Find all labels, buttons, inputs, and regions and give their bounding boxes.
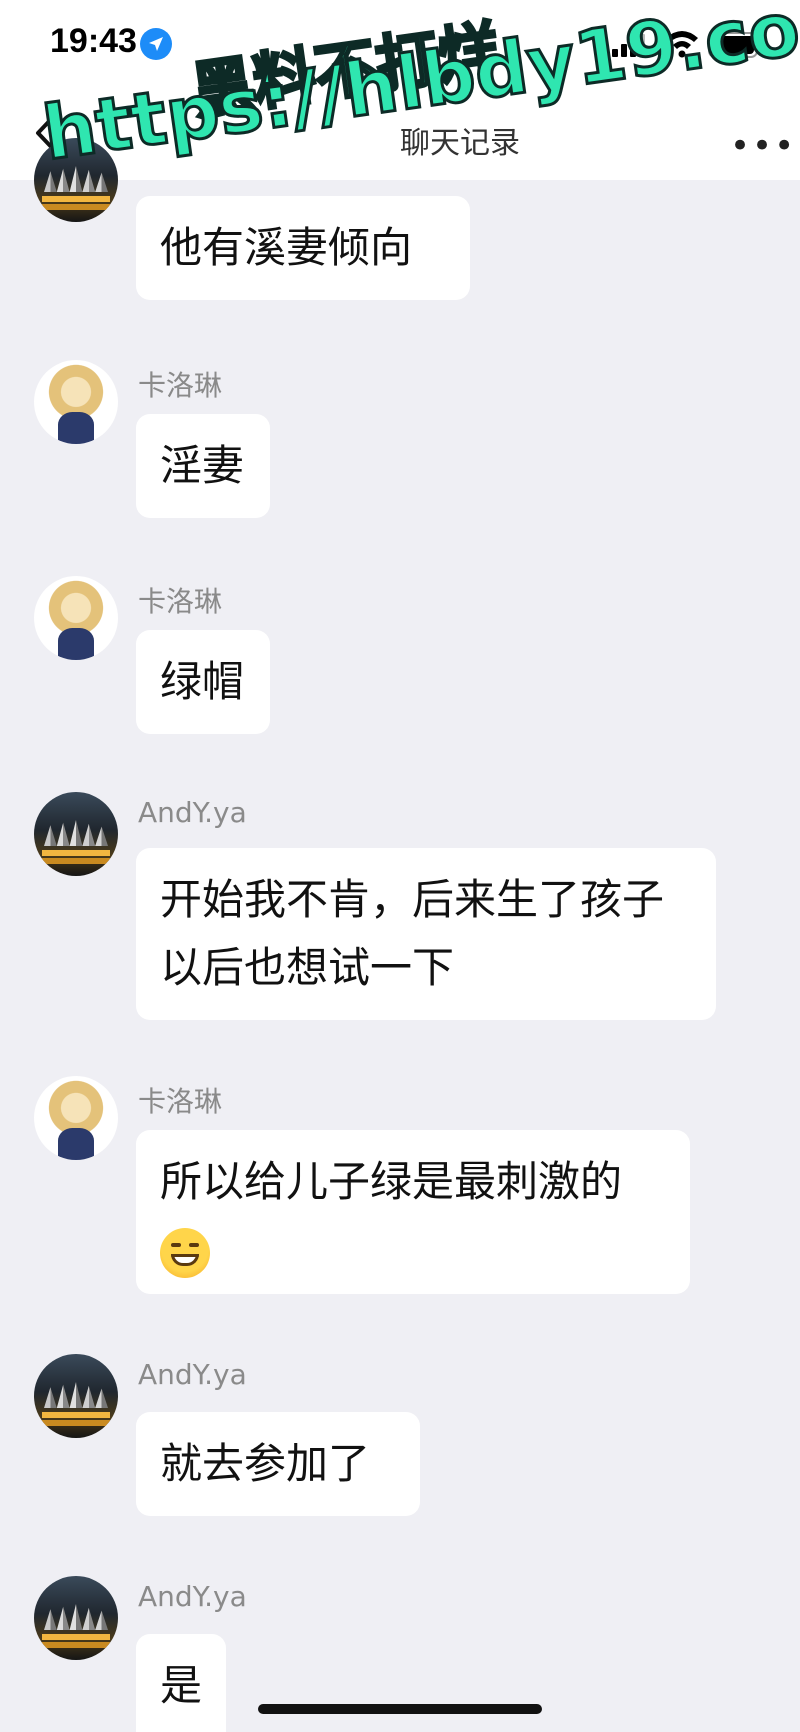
message-bubble[interactable]: 淫妻 (136, 414, 270, 518)
grinning-face-emoji-icon (160, 1227, 210, 1278)
message-bubble[interactable]: 绿帽 (136, 630, 270, 734)
message-bubble[interactable]: 他有溪妻倾向 (136, 196, 470, 300)
message-text: 淫妻 (160, 441, 245, 490)
avatar[interactable] (34, 1076, 118, 1160)
sender-name: 卡洛琳 (138, 369, 223, 402)
message-bubble[interactable]: 开始我不肯，后来生了孩子以后也想试一下 (136, 848, 716, 1020)
avatar[interactable] (34, 1354, 118, 1438)
message-bubble[interactable]: 就去参加了 (136, 1412, 420, 1516)
page-title: 聊天记录 (400, 126, 520, 161)
battery-icon (708, 32, 763, 58)
top-bar: 19:43 聊天记录 ••• (0, 0, 800, 180)
avatar[interactable] (34, 360, 118, 444)
message-text: 开始我不肯，后来生了孩子以后也想试一下 (160, 875, 665, 992)
wifi-icon (666, 31, 698, 58)
avatar[interactable] (34, 576, 118, 660)
message-text: 是 (160, 1661, 203, 1710)
avatar[interactable] (34, 1576, 118, 1660)
avatar[interactable] (34, 792, 118, 876)
chat-screen: 19:43 聊天记录 ••• 他有溪妻倾向 卡洛琳 淫妻 卡洛琳 绿帽 AndY… (0, 0, 800, 1732)
sender-name: AndY.ya (138, 1358, 247, 1391)
avatar[interactable] (34, 138, 118, 222)
status-time: 19:43 (50, 22, 137, 60)
sender-name: AndY.ya (138, 796, 247, 829)
cellular-signal-icon (612, 34, 645, 57)
home-indicator[interactable] (258, 1704, 542, 1714)
sender-name: 卡洛琳 (138, 1085, 223, 1118)
sender-name: 卡洛琳 (138, 585, 223, 618)
message-text: 他有溪妻倾向 (160, 223, 413, 272)
sender-name: AndY.ya (138, 1580, 247, 1613)
message-bubble[interactable]: 所以给儿子绿是最刺激的 (136, 1130, 690, 1294)
message-bubble[interactable]: 是 (136, 1634, 226, 1732)
message-text: 所以给儿子绿是最刺激的 (160, 1157, 623, 1206)
message-text: 就去参加了 (160, 1439, 371, 1488)
ellipsis-icon[interactable]: ••• (730, 126, 796, 166)
message-text: 绿帽 (160, 657, 245, 706)
location-arrow-icon (140, 28, 172, 60)
